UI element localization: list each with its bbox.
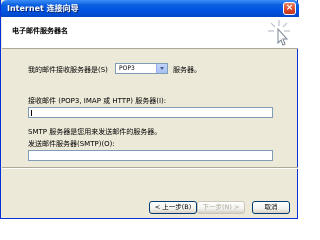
smtp-server-label: 发送邮件服务器(SMTP)(O): bbox=[28, 140, 115, 148]
close-icon: × bbox=[285, 3, 294, 13]
smtp-description: SMTP 服务器是您用来发送邮件的服务器。 bbox=[28, 128, 162, 136]
page-title: 电子邮件服务器名 bbox=[12, 27, 68, 35]
incoming-type-suffix: 服务器。 bbox=[173, 66, 201, 74]
server-type-select[interactable]: POP3 bbox=[115, 63, 168, 74]
title-bar[interactable]: Internet 连接向导 × bbox=[1, 0, 299, 17]
footer-divider bbox=[2, 167, 298, 169]
server-type-value: POP3 bbox=[119, 65, 135, 72]
cancel-button[interactable]: 取消 bbox=[252, 201, 290, 214]
incoming-server-input[interactable] bbox=[28, 107, 273, 118]
smtp-server-input[interactable] bbox=[28, 150, 273, 161]
incoming-type-label: 我的邮件接收服务器是(S) bbox=[28, 66, 108, 74]
incoming-server-label: 接收邮件 (POP3, IMAP 或 HTTP) 服务器(I): bbox=[28, 97, 167, 105]
window-title: Internet 连接向导 bbox=[7, 4, 79, 13]
next-button[interactable]: 下一步(N) > bbox=[197, 201, 245, 214]
wizard-window: Internet 连接向导 × 电子邮件服务器名 我的邮件接收服务器是(S) P… bbox=[0, 0, 299, 219]
text-caret bbox=[31, 110, 32, 116]
chevron-down-icon[interactable] bbox=[156, 64, 167, 73]
wizard-sparkle-cursor-icon bbox=[268, 20, 290, 46]
close-button[interactable]: × bbox=[283, 2, 296, 15]
wizard-header: 电子邮件服务器名 bbox=[2, 17, 298, 49]
back-button[interactable]: < 上一步(B) bbox=[149, 201, 197, 214]
